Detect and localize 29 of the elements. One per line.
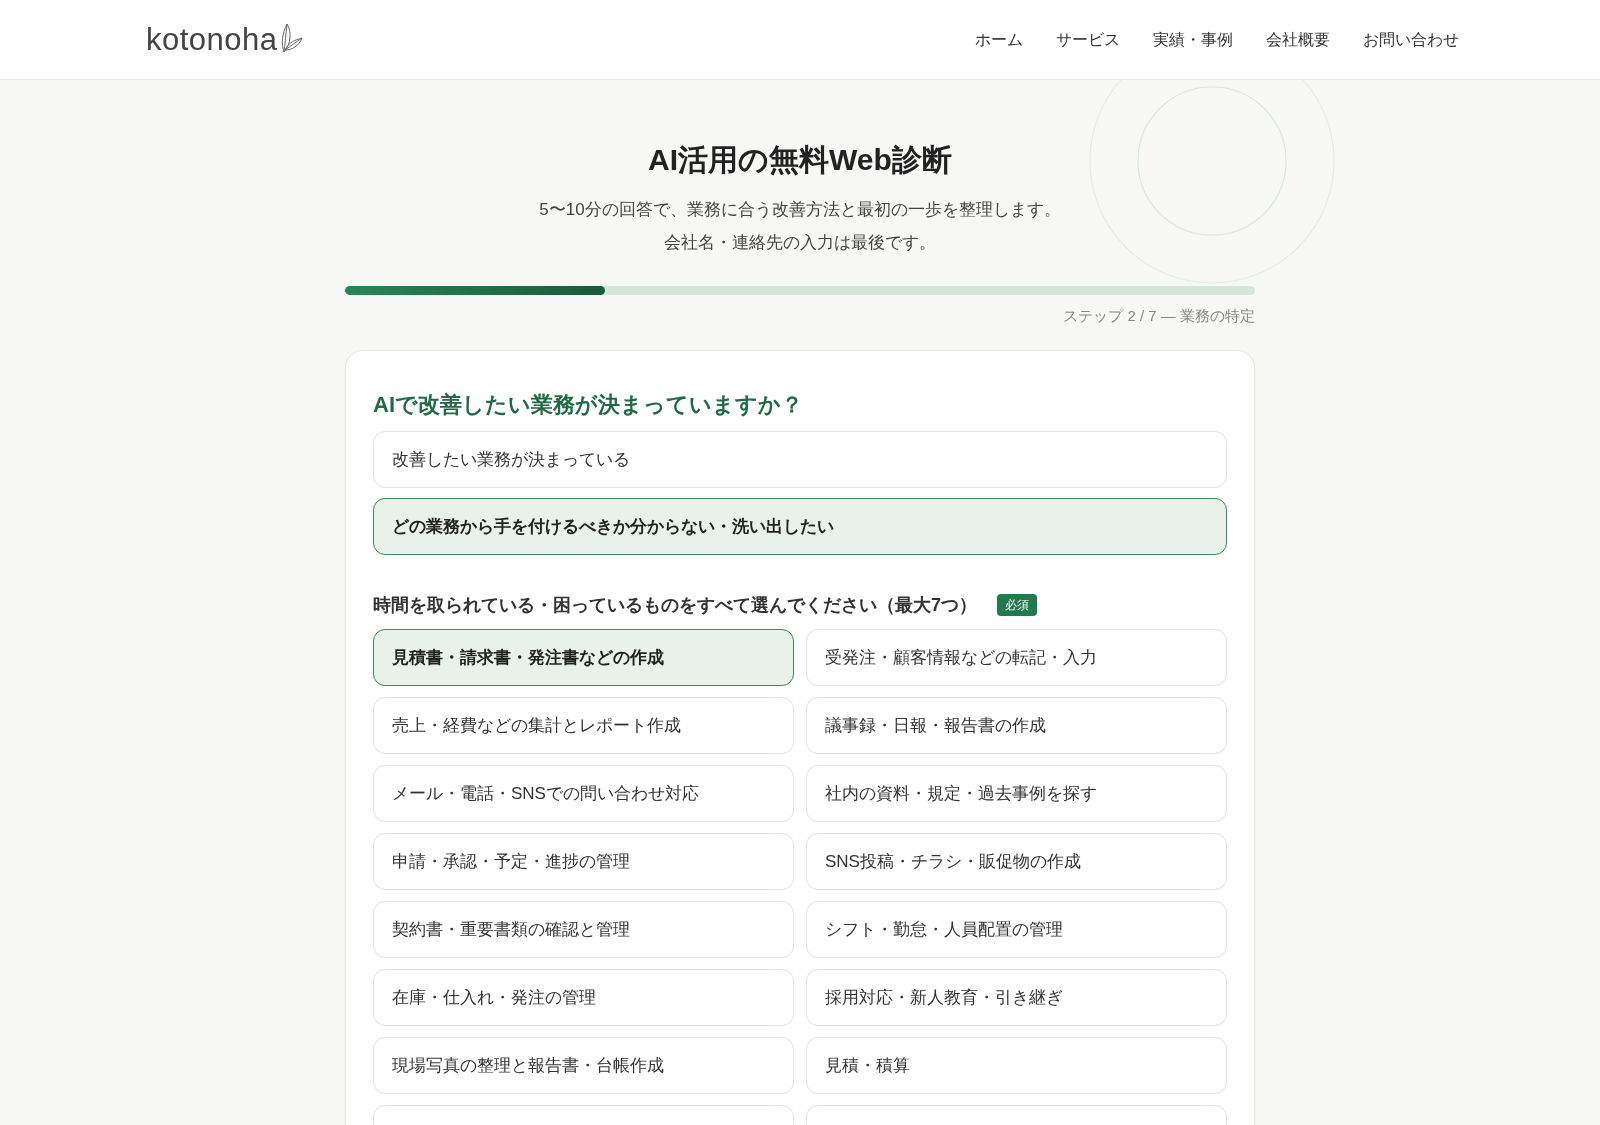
option-button[interactable]: 採用対応・新人教育・引き継ぎ (806, 969, 1227, 1026)
option-button[interactable]: 見積書・請求書・発注書などの作成 (373, 629, 794, 686)
logo-text[interactable]: kotonoha (146, 19, 278, 60)
option-button[interactable]: 売上・経費などの集計とレポート作成 (373, 697, 794, 754)
option-button[interactable]: 社内の資料・規定・過去事例を探す (806, 765, 1227, 822)
nav-link[interactable]: お問い合わせ (1363, 27, 1459, 52)
option-button[interactable]: 改善したい業務が決まっている (373, 431, 1227, 488)
nav-link[interactable]: サービス (1056, 27, 1120, 52)
option-button[interactable]: 見積・積算 (806, 1037, 1227, 1094)
option-button[interactable]: シフト・勤怠・人員配置の管理 (806, 901, 1227, 958)
option-button[interactable]: 契約書・重要書類の確認と管理 (373, 901, 794, 958)
step-label: ステップ 2 / 7 — 業務の特定 (1063, 306, 1255, 326)
section-label: 時間を取られている・困っているものをすべて選んでください（最大7つ） (373, 594, 977, 617)
nav-link[interactable]: ホーム (975, 27, 1023, 52)
question-heading: AIで改善したい業務が決まっていますか？ (373, 391, 804, 419)
option-button[interactable]: メール・電話・SNSでの問い合わせ対応 (373, 765, 794, 822)
subtitle-text: 5〜10分の回答で、業務に合う改善方法と最初の一歩を整理します。 (539, 199, 1061, 221)
nav-link[interactable]: 会社概要 (1266, 27, 1330, 52)
option-button[interactable]: 現場写真の整理と報告書・台帳作成 (373, 1037, 794, 1094)
page-title: AI活用の無料Web診断 (648, 142, 952, 178)
nav-link[interactable]: 実績・事例 (1153, 27, 1233, 52)
option-button[interactable]: どの業務から手を付けるべきか分からない・洗い出したい (373, 498, 1227, 555)
subtitle-text: 会社名・連絡先の入力は最後です。 (664, 232, 936, 254)
option-button[interactable]: 議事録・日報・報告書の作成 (806, 697, 1227, 754)
option-button[interactable]: 申請・承認・予定・進捗の管理 (373, 833, 794, 890)
required-badge: 必須 (997, 594, 1037, 616)
option-button[interactable]: 在庫・仕入れ・発注の管理 (373, 969, 794, 1026)
option-button[interactable]: SNS投稿・チラシ・販促物の作成 (806, 833, 1227, 890)
option-button[interactable]: 受発注・顧客情報などの転記・入力 (806, 629, 1227, 686)
